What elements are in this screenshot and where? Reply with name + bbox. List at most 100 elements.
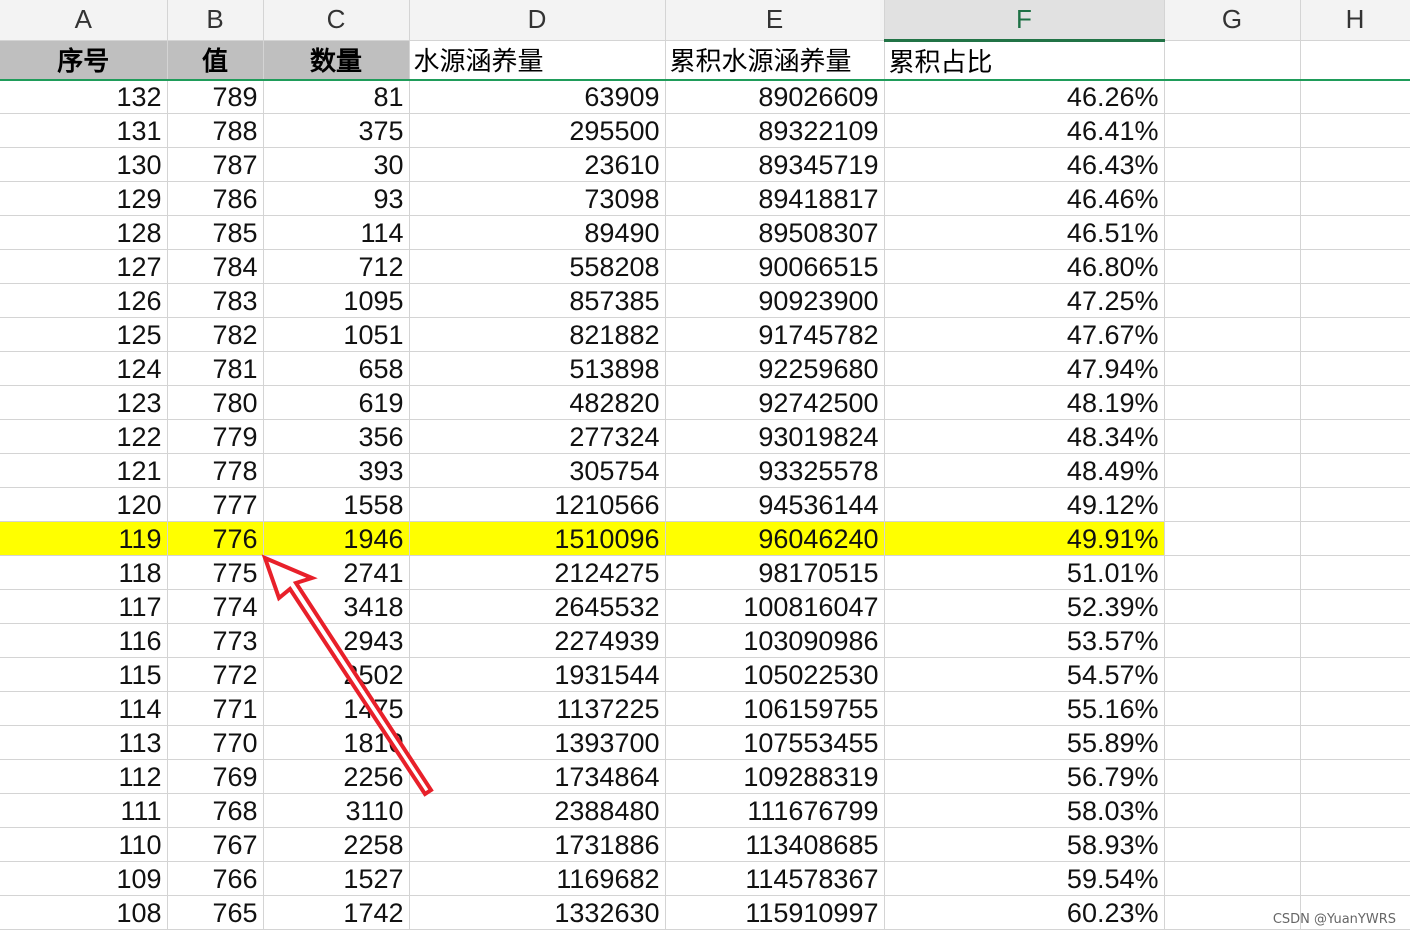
header-cell-cumulative-share[interactable]: 累积占比 bbox=[884, 40, 1165, 81]
cell-share[interactable]: 46.51% bbox=[884, 215, 1165, 250]
cell-index[interactable]: 123 bbox=[0, 385, 168, 420]
cell-count[interactable]: 30 bbox=[263, 147, 410, 182]
cell-count[interactable]: 1051 bbox=[263, 317, 410, 352]
cell-value[interactable]: 766 bbox=[167, 861, 264, 896]
cell-water-conservation[interactable]: 2274939 bbox=[409, 623, 666, 658]
cell-share[interactable]: 46.43% bbox=[884, 147, 1165, 182]
cell-count[interactable]: 658 bbox=[263, 351, 410, 386]
cell-count[interactable]: 2256 bbox=[263, 759, 410, 794]
cell-value[interactable]: 789 bbox=[167, 79, 264, 114]
column-header-f[interactable]: F bbox=[884, 0, 1165, 42]
empty-cell[interactable] bbox=[1300, 147, 1410, 182]
cell-value[interactable]: 776 bbox=[167, 521, 264, 556]
cell-cumulative[interactable]: 90923900 bbox=[665, 283, 885, 318]
empty-cell[interactable] bbox=[1300, 725, 1410, 760]
cell-cumulative[interactable]: 98170515 bbox=[665, 555, 885, 590]
empty-cell[interactable] bbox=[1164, 113, 1301, 148]
cell-cumulative[interactable]: 89322109 bbox=[665, 113, 885, 148]
cell-share[interactable]: 46.26% bbox=[884, 79, 1165, 114]
cell-value[interactable]: 771 bbox=[167, 691, 264, 726]
cell-count[interactable]: 2502 bbox=[263, 657, 410, 692]
cell-count[interactable]: 356 bbox=[263, 419, 410, 454]
cell-cumulative[interactable]: 100816047 bbox=[665, 589, 885, 624]
cell-water-conservation[interactable]: 73098 bbox=[409, 181, 666, 216]
cell-index[interactable]: 124 bbox=[0, 351, 168, 386]
cell-share[interactable]: 55.89% bbox=[884, 725, 1165, 760]
cell-water-conservation[interactable]: 821882 bbox=[409, 317, 666, 352]
empty-cell[interactable] bbox=[1300, 419, 1410, 454]
cell-share[interactable]: 47.94% bbox=[884, 351, 1165, 386]
cell-index[interactable]: 129 bbox=[0, 181, 168, 216]
cell-cumulative[interactable]: 115910997 bbox=[665, 895, 885, 930]
cell-water-conservation[interactable]: 2124275 bbox=[409, 555, 666, 590]
empty-cell[interactable] bbox=[1164, 40, 1301, 81]
empty-cell[interactable] bbox=[1164, 181, 1301, 216]
cell-water-conservation[interactable]: 2645532 bbox=[409, 589, 666, 624]
cell-index[interactable]: 114 bbox=[0, 691, 168, 726]
cell-index[interactable]: 111 bbox=[0, 793, 168, 828]
cell-index[interactable]: 112 bbox=[0, 759, 168, 794]
cell-index[interactable]: 113 bbox=[0, 725, 168, 760]
cell-index[interactable]: 108 bbox=[0, 895, 168, 930]
cell-count[interactable]: 114 bbox=[263, 215, 410, 250]
cell-share[interactable]: 58.93% bbox=[884, 827, 1165, 862]
cell-share[interactable]: 48.49% bbox=[884, 453, 1165, 488]
cell-water-conservation[interactable]: 513898 bbox=[409, 351, 666, 386]
cell-count[interactable]: 93 bbox=[263, 181, 410, 216]
empty-cell[interactable] bbox=[1300, 351, 1410, 386]
cell-share[interactable]: 53.57% bbox=[884, 623, 1165, 658]
cell-value[interactable]: 784 bbox=[167, 249, 264, 284]
cell-share[interactable]: 60.23% bbox=[884, 895, 1165, 930]
cell-cumulative[interactable]: 93325578 bbox=[665, 453, 885, 488]
cell-cumulative[interactable]: 105022530 bbox=[665, 657, 885, 692]
cell-cumulative[interactable]: 94536144 bbox=[665, 487, 885, 522]
cell-water-conservation[interactable]: 89490 bbox=[409, 215, 666, 250]
cell-count[interactable]: 375 bbox=[263, 113, 410, 148]
empty-cell[interactable] bbox=[1300, 691, 1410, 726]
cell-value[interactable]: 788 bbox=[167, 113, 264, 148]
empty-cell[interactable] bbox=[1164, 623, 1301, 658]
cell-share[interactable]: 48.19% bbox=[884, 385, 1165, 420]
column-header-e[interactable]: E bbox=[665, 0, 885, 41]
cell-water-conservation[interactable]: 1931544 bbox=[409, 657, 666, 692]
cell-cumulative[interactable]: 96046240 bbox=[665, 521, 885, 556]
cell-value[interactable]: 769 bbox=[167, 759, 264, 794]
empty-cell[interactable] bbox=[1164, 317, 1301, 352]
cell-count[interactable]: 2258 bbox=[263, 827, 410, 862]
cell-cumulative[interactable]: 114578367 bbox=[665, 861, 885, 896]
cell-water-conservation[interactable]: 295500 bbox=[409, 113, 666, 148]
cell-cumulative[interactable]: 106159755 bbox=[665, 691, 885, 726]
cell-count[interactable]: 1946 bbox=[263, 521, 410, 556]
cell-share[interactable]: 47.67% bbox=[884, 317, 1165, 352]
cell-value[interactable]: 777 bbox=[167, 487, 264, 522]
cell-share[interactable]: 49.12% bbox=[884, 487, 1165, 522]
cell-cumulative[interactable]: 92259680 bbox=[665, 351, 885, 386]
cell-cumulative[interactable]: 89345719 bbox=[665, 147, 885, 182]
cell-water-conservation[interactable]: 23610 bbox=[409, 147, 666, 182]
cell-index[interactable]: 128 bbox=[0, 215, 168, 250]
cell-count[interactable]: 81 bbox=[263, 79, 410, 114]
cell-value[interactable]: 774 bbox=[167, 589, 264, 624]
cell-count[interactable]: 712 bbox=[263, 249, 410, 284]
empty-cell[interactable] bbox=[1164, 555, 1301, 590]
empty-cell[interactable] bbox=[1164, 521, 1301, 556]
empty-cell[interactable] bbox=[1300, 283, 1410, 318]
cell-count[interactable]: 393 bbox=[263, 453, 410, 488]
empty-cell[interactable] bbox=[1164, 759, 1301, 794]
empty-cell[interactable] bbox=[1164, 79, 1301, 114]
cell-water-conservation[interactable]: 1210566 bbox=[409, 487, 666, 522]
header-cell-water-conservation[interactable]: 水源涵养量 bbox=[409, 40, 666, 81]
empty-cell[interactable] bbox=[1300, 249, 1410, 284]
cell-value[interactable]: 782 bbox=[167, 317, 264, 352]
empty-cell[interactable] bbox=[1300, 759, 1410, 794]
cell-share[interactable]: 46.41% bbox=[884, 113, 1165, 148]
cell-index[interactable]: 118 bbox=[0, 555, 168, 590]
cell-share[interactable]: 52.39% bbox=[884, 589, 1165, 624]
cell-value[interactable]: 785 bbox=[167, 215, 264, 250]
cell-value[interactable]: 783 bbox=[167, 283, 264, 318]
empty-cell[interactable] bbox=[1300, 487, 1410, 522]
empty-cell[interactable] bbox=[1300, 555, 1410, 590]
empty-cell[interactable] bbox=[1164, 419, 1301, 454]
cell-index[interactable]: 117 bbox=[0, 589, 168, 624]
empty-cell[interactable] bbox=[1300, 40, 1410, 81]
